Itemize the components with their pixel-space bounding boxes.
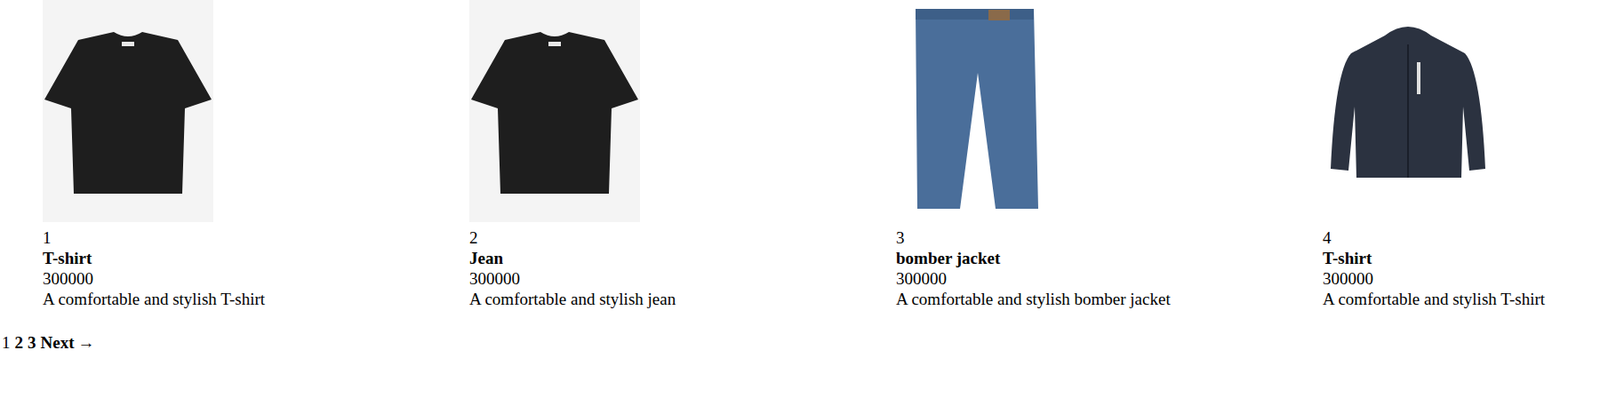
product-name: T-shirt <box>42 248 470 269</box>
product-name: Jean <box>469 248 896 269</box>
next-label: Next <box>40 332 75 353</box>
arrow-icon: → <box>77 332 95 353</box>
product-card[interactable]: 1T-shirt300000A comfortable and stylish … <box>42 0 470 310</box>
page-link[interactable]: 3 <box>27 332 37 353</box>
product-price: 300000 <box>1322 268 1600 289</box>
product-list: 1T-shirt300000A comfortable and stylish … <box>0 0 1600 310</box>
product-price: 300000 <box>42 268 470 289</box>
product-image[interactable] <box>896 0 1067 223</box>
product-card[interactable]: 4T-shirt300000A comfortable and stylish … <box>1322 0 1600 310</box>
product-id: 4 <box>1322 227 1600 248</box>
product-price: 300000 <box>896 268 1323 289</box>
product-image[interactable] <box>469 0 640 223</box>
product-id: 3 <box>896 227 1323 248</box>
product-description: A comfortable and stylish jean <box>469 288 896 310</box>
page-link: 1 <box>1 332 11 353</box>
product-description: A comfortable and stylish T-shirt <box>42 288 470 310</box>
product-image[interactable] <box>42 0 214 223</box>
product-name: bomber jacket <box>896 248 1323 269</box>
product-id: 1 <box>42 227 470 248</box>
page-link[interactable]: 2 <box>15 332 24 353</box>
product-name: T-shirt <box>1322 248 1600 269</box>
product-card[interactable]: 2Jean300000A comfortable and stylish jea… <box>469 0 896 310</box>
product-price: 300000 <box>469 268 896 289</box>
product-id: 2 <box>469 227 896 248</box>
next-link[interactable]: Next→ <box>40 332 96 353</box>
pagination: 123Next→ <box>0 332 1600 353</box>
product-description: A comfortable and stylish bomber jacket <box>896 288 1323 310</box>
product-card[interactable]: 3bomber jacket300000A comfortable and st… <box>896 0 1323 310</box>
product-description: A comfortable and stylish T-shirt <box>1322 288 1600 310</box>
product-image[interactable] <box>1322 0 1494 223</box>
